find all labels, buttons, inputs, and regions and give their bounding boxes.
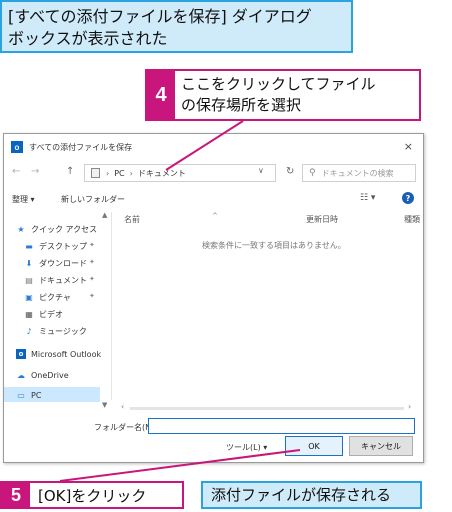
close-icon[interactable]: × [404, 140, 413, 153]
headline-line1: [すべての添付ファイルを保存] ダイアログ [8, 7, 312, 26]
nav-item-videos[interactable]: ▦ ビデオ [24, 307, 63, 321]
nav-item-documents[interactable]: ▤ ドキュメント [24, 273, 87, 287]
nav-item-downloads[interactable]: ⬇ ダウンロード [24, 256, 87, 270]
step4-callout: 4 ここをクリックしてファイル の保存場所を選択 [145, 69, 421, 121]
headline-line2: ボックスが表示された [8, 29, 168, 48]
nav-item-label: クイック アクセス [31, 224, 98, 234]
scroll-left-icon[interactable]: ‹ [121, 402, 124, 411]
save-attachments-dialog: o すべての添付ファイルを保存 × ← → ↑ › PC › ドキュメント ∨ … [3, 133, 424, 463]
search-input[interactable]: ⚲ ドキュメントの検索 [302, 164, 416, 182]
pc-icon: ▭ [17, 390, 25, 400]
dialog-title: すべての添付ファイルを保存 [29, 142, 133, 152]
step5-text: [OK]をクリック [38, 487, 147, 505]
step4-line1: ここをクリックしてファイル [181, 75, 376, 93]
download-icon: ⬇ [25, 258, 33, 268]
back-arrow-icon[interactable]: ← [12, 166, 20, 177]
pin-icon: ✦ [89, 241, 95, 249]
search-icon: ⚲ [309, 168, 316, 178]
help-icon[interactable]: ? [402, 192, 414, 204]
address-dropdown-icon[interactable]: ∨ [258, 166, 264, 175]
onedrive-icon: ☁ [17, 370, 25, 380]
headline-callout: [すべての添付ファイルを保存] ダイアログ ボックスが表示された [0, 0, 353, 53]
pin-icon: ✦ [89, 292, 95, 300]
nav-item-onedrive[interactable]: ☁ OneDrive [16, 368, 69, 382]
desktop-icon: ▬ [25, 241, 33, 251]
step5-number: 5 [2, 483, 30, 507]
pin-icon: ✦ [89, 258, 95, 266]
search-placeholder: ドキュメントの検索 [321, 168, 394, 178]
dialog-toolbar: 整理 ▾ 新しいフォルダー ☷ ▾ ? [4, 190, 423, 210]
folder-icon [91, 168, 100, 178]
dialog-titlebar: o すべての添付ファイルを保存 × [4, 134, 423, 160]
nav-item-label: ピクチャ [39, 292, 71, 302]
nav-item-label: OneDrive [31, 370, 69, 380]
organize-button[interactable]: 整理 ▾ [12, 194, 35, 205]
step4-text: ここをクリックしてファイル の保存場所を選択 [175, 71, 382, 119]
music-icon: ♪ [26, 326, 32, 336]
folder-name-input[interactable] [148, 418, 415, 434]
nav-item-label: PC [31, 390, 42, 400]
outlook-icon: o [16, 349, 26, 359]
step5-callout: 5 [OK]をクリック [0, 481, 184, 509]
result-callout: 添付ファイルが保存される [201, 481, 422, 509]
refresh-icon[interactable]: ↻ [286, 166, 294, 177]
sort-caret-icon: ^ [212, 212, 218, 220]
cancel-button[interactable]: キャンセル [349, 436, 413, 456]
outlook-app-icon: o [11, 141, 23, 153]
step4-line2: の保存場所を選択 [181, 96, 302, 114]
nav-item-pictures[interactable]: ▣ ピクチャ [24, 290, 71, 304]
forward-arrow-icon[interactable]: → [31, 166, 39, 177]
breadcrumb-pc[interactable]: PC [114, 169, 124, 178]
column-updated[interactable]: 更新日時 [306, 214, 338, 225]
breadcrumb-documents[interactable]: ドキュメント [138, 168, 186, 179]
picture-icon: ▣ [25, 292, 33, 302]
nav-item-quick-access[interactable]: ★ クイック アクセス [16, 222, 97, 236]
scroll-right-icon[interactable]: › [408, 402, 411, 411]
navigation-pane: ★ クイック アクセス ▬ デスクトップ ✦ ⬇ ダウンロード ✦ ▤ ドキュメ… [4, 212, 112, 402]
view-options-button[interactable]: ☷ ▾ [360, 193, 375, 203]
up-arrow-icon[interactable]: ↑ [66, 166, 74, 177]
step4-number: 4 [147, 71, 175, 119]
scroll-track[interactable] [130, 407, 404, 410]
breadcrumb-separator: › [129, 168, 133, 178]
empty-message: 検索条件に一致する項目はありません。 [202, 241, 346, 250]
address-bar[interactable]: › PC › ドキュメント [84, 164, 276, 182]
nav-item-label: ドキュメント [39, 275, 87, 285]
column-type[interactable]: 種類 [404, 214, 420, 225]
column-name[interactable]: 名前 [124, 214, 140, 225]
nav-item-label: ミュージック [39, 326, 87, 336]
nav-item-outlook[interactable]: o Microsoft Outlook [16, 347, 101, 361]
new-folder-button[interactable]: 新しいフォルダー [61, 194, 125, 205]
nav-item-label: ビデオ [39, 309, 63, 319]
ok-button[interactable]: OK [285, 436, 343, 456]
nav-item-label: ダウンロード [39, 258, 87, 268]
nav-item-desktop[interactable]: ▬ デスクトップ [24, 239, 87, 253]
star-icon: ★ [17, 224, 25, 234]
nav-item-music[interactable]: ♪ ミュージック [24, 324, 87, 338]
file-list: 名前 ^ 更新日時 種類 検索条件に一致する項目はありません。 [114, 212, 423, 402]
nav-item-pc[interactable]: ▭ PC [16, 388, 41, 402]
document-icon: ▤ [25, 275, 33, 285]
pin-icon: ✦ [89, 275, 95, 283]
nav-scroll-up-icon[interactable]: ▲ [102, 211, 107, 219]
tools-dropdown[interactable]: ツール(L) ▾ [226, 442, 267, 453]
address-row: ← → ↑ › PC › ドキュメント ∨ ↻ ⚲ ドキュメントの検索 [4, 162, 423, 186]
nav-item-label: Microsoft Outlook [31, 349, 102, 359]
horizontal-scrollbar[interactable]: ‹ › [4, 402, 423, 414]
nav-item-label: デスクトップ [39, 241, 87, 251]
video-icon: ▦ [25, 309, 33, 319]
breadcrumb-separator: › [106, 168, 110, 178]
